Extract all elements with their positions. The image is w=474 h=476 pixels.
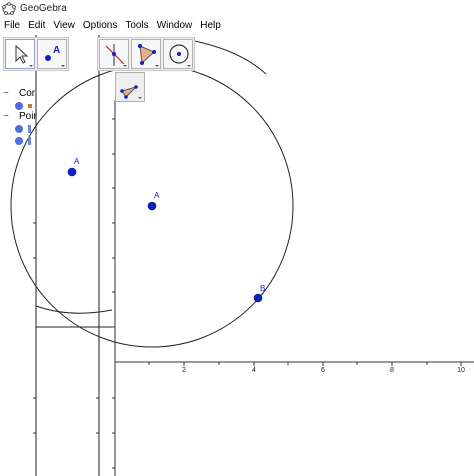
perpendicular-line-tool-button[interactable] — [99, 39, 129, 69]
menu-view[interactable]: View — [49, 17, 79, 35]
graphics-svg[interactable]: 2 4 6 8 10 A A B — [0, 35, 474, 476]
polygon-tool-button[interactable] — [131, 39, 161, 69]
menu-bar: File Edit View Options Tools Window Help — [0, 17, 474, 35]
menu-edit[interactable]: Edit — [24, 17, 49, 35]
algebra-view: − Cor − Poir — [0, 85, 37, 147]
collapse-icon[interactable]: − — [3, 88, 11, 99]
x-tick-label-10: 10 — [457, 367, 465, 374]
graphics-view[interactable]: 2 4 6 8 10 A A B — [0, 35, 474, 476]
collapse-icon[interactable]: − — [3, 111, 11, 122]
menu-options[interactable]: Options — [79, 17, 121, 35]
circle-tool-button[interactable] — [163, 39, 193, 69]
object-type-icon — [28, 124, 31, 133]
menu-tools[interactable]: Tools — [121, 17, 152, 35]
point-a[interactable] — [147, 201, 157, 211]
algebra-group-label: Cor — [19, 88, 36, 99]
point-b[interactable] — [253, 293, 263, 303]
title-bar: GeoGebra — [0, 0, 474, 17]
point-a-left[interactable] — [67, 167, 77, 177]
point-b-label: B — [260, 284, 265, 293]
arrow-cursor-icon — [15, 44, 33, 67]
algebra-item[interactable] — [3, 134, 31, 147]
perpendicular-line-icon — [105, 44, 127, 67]
object-type-icon — [28, 136, 31, 145]
point-tool-button[interactable]: A — [37, 39, 67, 69]
visibility-dot-icon[interactable] — [15, 101, 23, 110]
menu-window[interactable]: Window — [153, 17, 197, 35]
algebra-group-label: Poir — [19, 111, 37, 122]
polygon-icon — [138, 44, 159, 67]
x-tick-label-6: 6 — [321, 367, 325, 374]
arc-left-bottom — [35, 305, 113, 314]
window-title: GeoGebra — [20, 3, 67, 14]
move-tool-button[interactable] — [5, 39, 35, 69]
rigid-polygon-icon — [120, 85, 142, 99]
geogebra-logo-icon — [2, 1, 16, 15]
rigid-polygon-tool-button[interactable] — [115, 72, 145, 102]
visibility-dot-icon[interactable] — [15, 124, 23, 133]
visibility-dot-icon[interactable] — [15, 136, 23, 145]
point-a-label: A — [154, 191, 160, 200]
arc-outer-top — [189, 39, 267, 75]
menu-help[interactable]: Help — [196, 17, 225, 35]
x-tick-label-4: 4 — [252, 367, 256, 374]
circle-center-point-icon — [169, 44, 191, 67]
menu-file[interactable]: File — [0, 17, 24, 35]
point-a-left-label: A — [74, 157, 80, 166]
object-type-icon — [28, 103, 32, 108]
x-tick-label-2: 2 — [182, 367, 186, 374]
toolbar-left: A — [3, 37, 69, 71]
svg-text:A: A — [53, 45, 60, 56]
toolbar-right — [97, 37, 195, 71]
point-icon: A — [45, 45, 65, 67]
x-tick-label-8: 8 — [390, 367, 394, 374]
